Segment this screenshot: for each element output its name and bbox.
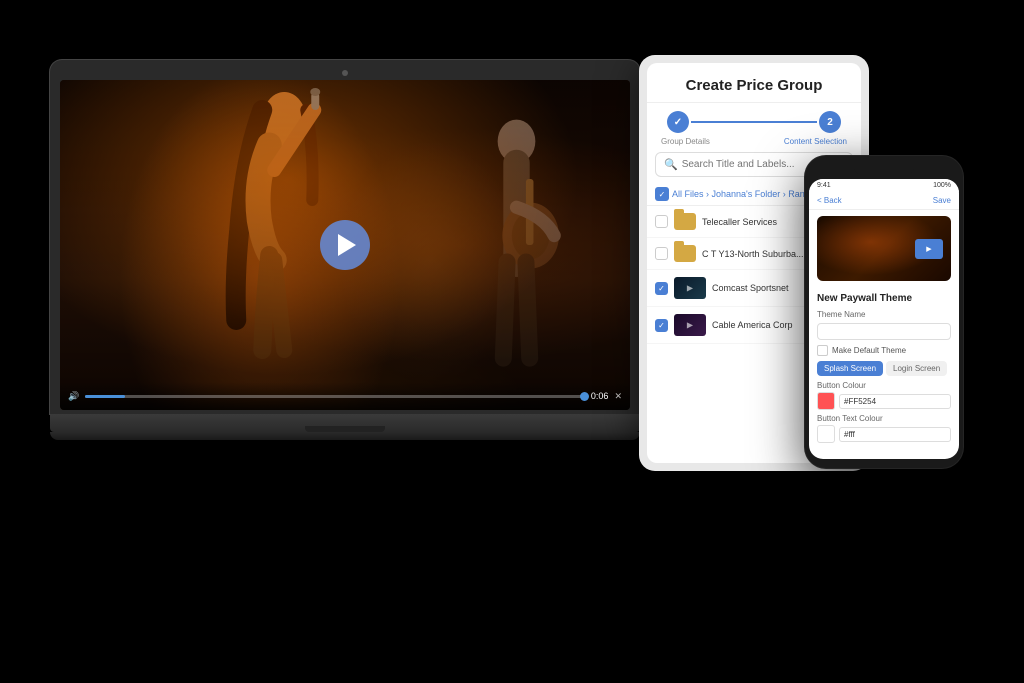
phone-header: < Back Save [809,192,959,210]
phone-section-title: New Paywall Theme [817,293,951,304]
laptop-base [50,414,640,432]
step-1-number: ✓ [674,117,682,128]
step-1-label: Group Details [661,137,710,146]
laptop-screen-outer: 🔊 0:06 ✕ [50,60,640,414]
breadcrumb-text: All Files › Johanna's Folder › Rando... [672,189,822,199]
laptop-footer [50,432,640,440]
phone-form: New Paywall Theme Theme Name Make Defaul… [809,287,959,459]
folder-icon-0 [674,213,696,230]
step-2-label: Content Selection [784,137,847,146]
video-thumb-2 [674,277,706,299]
phone-ui: 9:41 100% < Back Save ▶ New Paywall Them… [809,179,959,459]
splash-screen-tab[interactable]: Splash Screen [817,361,883,376]
make-default-checkbox[interactable] [817,345,828,356]
video-content: 🔊 0:06 ✕ [60,80,630,410]
volume-icon[interactable]: 🔊 [68,391,79,402]
laptop-screen: 🔊 0:06 ✕ [60,80,630,410]
back-button[interactable]: < Back [817,196,842,205]
phone: 9:41 100% < Back Save ▶ New Paywall Them… [804,155,964,469]
folder-icon-1 [674,245,696,262]
step-line [691,121,817,123]
video-thumb-3 [674,314,706,336]
play-button[interactable] [320,220,370,270]
laptop-camera [342,70,348,76]
scene: 🔊 0:06 ✕ Create Price Group [0,0,1024,683]
step-1-circle: ✓ [667,111,689,133]
phone-video-preview: ▶ [817,216,951,281]
button-text-colour-swatch[interactable] [817,425,835,443]
button-colour-value: #FF5254 [839,394,951,409]
file-checkbox-0[interactable] [655,215,668,228]
phone-battery: 100% [933,182,951,189]
tablet-stepper: ✓ 2 [647,103,861,137]
tablet-header: Create Price Group [647,63,861,103]
make-default-label: Make Default Theme [832,346,906,355]
video-time: 0:06 [591,391,609,401]
save-button[interactable]: Save [933,196,951,205]
phone-notch [854,165,914,175]
button-text-colour-value: #fff [839,427,951,442]
phone-screen: 9:41 100% < Back Save ▶ New Paywall Them… [809,179,959,459]
button-text-colour-row: #fff [817,425,951,443]
login-screen-tab[interactable]: Login Screen [886,361,947,376]
search-icon: 🔍 [664,158,678,171]
step-2-number: 2 [827,117,833,128]
button-colour-label: Button Colour [817,381,951,390]
laptop-hinge [305,426,385,432]
button-colour-row: #FF5254 [817,392,951,410]
theme-name-label: Theme Name [817,310,951,319]
tablet-title: Create Price Group [659,77,849,94]
step-2-circle: 2 [819,111,841,133]
progress-bar-fill [85,395,125,398]
file-checkbox-2[interactable]: ✓ [655,282,668,295]
phone-time: 9:41 [817,182,831,189]
phone-status-bar: 9:41 100% [809,179,959,192]
video-controls: 🔊 0:06 ✕ [60,382,630,410]
close-button[interactable]: ✕ [614,391,622,402]
laptop-shadow [50,440,640,446]
phone-play-button[interactable]: ▶ [915,239,943,259]
laptop: 🔊 0:06 ✕ [50,60,640,446]
file-checkbox-1[interactable] [655,247,668,260]
screen-tabs: Splash Screen Login Screen [817,361,951,376]
button-colour-swatch[interactable] [817,392,835,410]
make-default-row: Make Default Theme [817,345,951,356]
file-checkbox-3[interactable]: ✓ [655,319,668,332]
select-all-checkbox[interactable]: ✓ [655,187,669,201]
progress-bar-track[interactable] [85,395,585,398]
button-text-colour-label: Button Text Colour [817,414,951,423]
step-labels: Group Details Content Selection [647,137,861,146]
theme-name-input[interactable] [817,323,951,340]
